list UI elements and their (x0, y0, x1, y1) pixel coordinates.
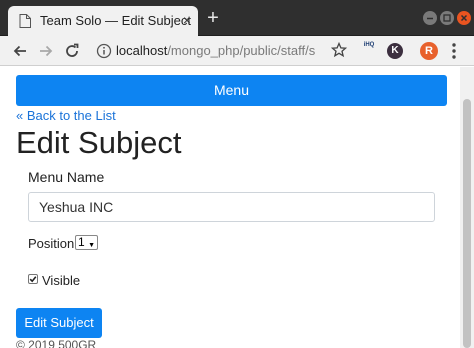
close-window-button[interactable] (457, 11, 471, 25)
footer-copyright: © 2019 500GR (16, 338, 97, 348)
address-bar[interactable]: localhost/mongo_php/public/staff/subj... (92, 39, 358, 63)
url-path: /mongo_php/public/staff/subj... (167, 43, 316, 58)
extension-k-icon[interactable]: K (387, 43, 403, 59)
tab-title: Team Solo — Edit Subject (40, 13, 192, 28)
visible-label: Visible (42, 273, 81, 288)
dropdown-arrow-icon: ▼ (88, 242, 95, 249)
menu-name-input[interactable] (28, 192, 435, 222)
scrollbar-thumb[interactable] (463, 99, 471, 348)
page-title: Edit Subject (16, 125, 182, 160)
document-icon (19, 14, 31, 28)
back-to-list-link[interactable]: « Back to the List (16, 108, 116, 123)
minimize-icon (427, 17, 433, 20)
browser-toolbar: localhost/mongo_php/public/staff/subj...… (0, 36, 474, 66)
maximize-icon (443, 14, 451, 22)
extension-hq-icon[interactable]: iHQ (361, 42, 377, 60)
url-text: localhost/mongo_php/public/staff/subj... (116, 43, 316, 58)
menu-button[interactable]: Menu (16, 75, 447, 106)
position-label: Position (28, 236, 75, 251)
position-select-value: 1 (78, 235, 85, 249)
forward-arrow-icon[interactable] (37, 42, 55, 60)
edit-subject-submit-button[interactable]: Edit Subject (16, 308, 102, 338)
position-select[interactable]: 1 ▼ (75, 235, 98, 250)
page-viewport: Menu « Back to the List Edit Subject Men… (0, 67, 474, 348)
browser-tab[interactable]: Team Solo — Edit Subject × (8, 6, 198, 36)
kebab-menu-icon[interactable] (446, 41, 462, 61)
reload-icon[interactable] (63, 42, 81, 60)
tab-close-icon[interactable]: × (180, 12, 194, 28)
maximize-button[interactable] (440, 11, 454, 25)
back-arrow-icon[interactable] (11, 42, 29, 60)
window-titlebar: Team Solo — Edit Subject × + (0, 0, 474, 36)
close-icon (460, 14, 468, 22)
info-icon[interactable] (96, 43, 112, 59)
minimize-button[interactable] (423, 11, 437, 25)
menu-name-label: Menu Name (28, 169, 105, 185)
new-tab-button[interactable]: + (205, 8, 221, 28)
visible-checkbox[interactable] (28, 274, 38, 284)
profile-avatar[interactable]: R (420, 42, 438, 60)
url-host: localhost (116, 43, 168, 58)
bookmark-star-icon[interactable] (331, 42, 347, 58)
